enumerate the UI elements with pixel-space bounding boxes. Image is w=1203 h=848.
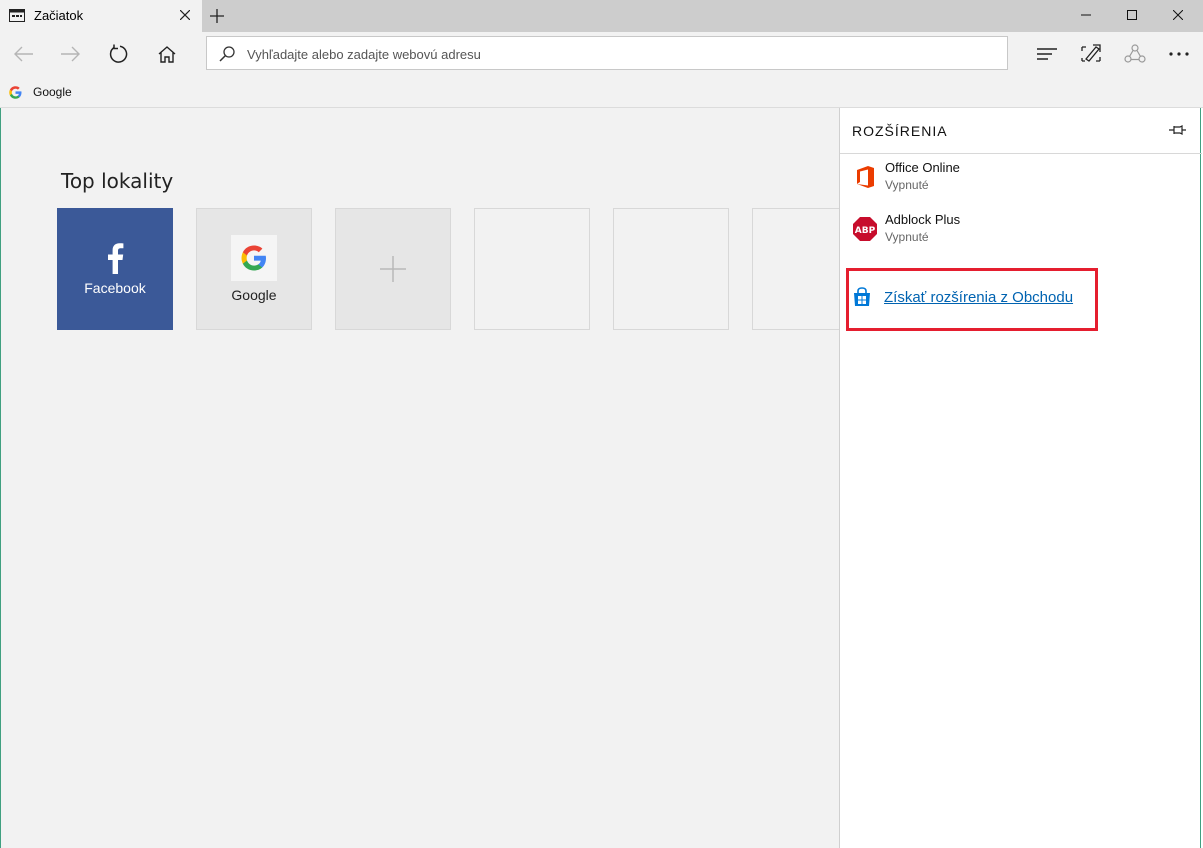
svg-text:ABP: ABP xyxy=(855,226,876,236)
minimize-icon xyxy=(1081,14,1091,16)
favorites-bar: Google xyxy=(0,76,1203,108)
web-note-button[interactable] xyxy=(1073,36,1109,72)
pin-icon[interactable] xyxy=(1168,122,1188,138)
google-logo xyxy=(231,235,277,281)
forward-button[interactable] xyxy=(52,36,88,72)
add-top-site-tile[interactable] xyxy=(335,208,451,330)
extension-status: Vypnuté xyxy=(885,230,929,244)
window-border xyxy=(1200,108,1201,848)
top-sites-title: Top lokality xyxy=(61,169,174,193)
hub-button[interactable] xyxy=(1029,36,1065,72)
google-g-icon xyxy=(9,85,22,99)
more-button[interactable] xyxy=(1161,36,1197,72)
empty-tile[interactable] xyxy=(752,208,840,330)
maximize-button[interactable] xyxy=(1109,0,1155,30)
extensions-pane: ROZŠÍRENIA Office Online Vypnuté ABP Adb… xyxy=(839,108,1203,848)
title-bar: Začiatok xyxy=(0,0,1203,32)
new-tab-page: Top lokality Facebook Google xyxy=(0,108,840,848)
extension-adblock-plus[interactable]: ABP Adblock Plus Vypnuté xyxy=(852,212,1182,252)
extension-name: Office Online xyxy=(885,160,960,175)
tab-title: Začiatok xyxy=(34,8,84,23)
minimize-button[interactable] xyxy=(1063,0,1109,30)
tile-label: Facebook xyxy=(84,280,146,296)
extensions-title: ROZŠÍRENIA xyxy=(852,123,948,139)
google-g-icon xyxy=(241,245,266,271)
hub-icon xyxy=(1037,48,1057,60)
favorite-google[interactable]: Google xyxy=(8,83,72,101)
forward-arrow-icon xyxy=(61,46,80,62)
tab-zaciatok[interactable]: Začiatok xyxy=(0,0,202,32)
close-icon xyxy=(180,10,190,20)
home-icon xyxy=(158,45,176,63)
refresh-button[interactable] xyxy=(100,36,136,72)
empty-tile[interactable] xyxy=(474,208,590,330)
extension-status: Vypnuté xyxy=(885,178,929,192)
empty-tile[interactable] xyxy=(613,208,729,330)
tab-close-button[interactable] xyxy=(176,6,194,24)
navigation-bar xyxy=(0,32,1203,76)
page-icon xyxy=(9,9,25,22)
plus-icon xyxy=(380,256,406,282)
favorite-label: Google xyxy=(33,85,72,99)
address-bar[interactable] xyxy=(206,36,1008,70)
back-arrow-icon xyxy=(14,46,33,62)
address-input[interactable] xyxy=(247,44,987,64)
extension-office-online[interactable]: Office Online Vypnuté xyxy=(852,160,1182,200)
plus-icon xyxy=(210,9,224,23)
office-icon xyxy=(857,166,874,188)
tile-label: Google xyxy=(231,287,277,303)
top-site-facebook[interactable]: Facebook xyxy=(57,208,173,330)
share-icon xyxy=(1124,44,1146,63)
store-link-text[interactable]: Získať rozšírenia z Obchodu xyxy=(884,289,1073,306)
more-dots-icon xyxy=(1169,52,1189,56)
web-note-icon xyxy=(1081,44,1101,62)
extension-name: Adblock Plus xyxy=(885,212,961,227)
window-close-button[interactable] xyxy=(1155,0,1201,30)
extensions-header: ROZŠÍRENIA xyxy=(840,108,1202,154)
search-icon xyxy=(219,46,235,62)
new-tab-button[interactable] xyxy=(205,4,229,28)
close-icon xyxy=(1173,10,1183,20)
maximize-icon xyxy=(1127,10,1137,20)
abp-icon: ABP xyxy=(853,217,877,241)
get-extensions-store-link[interactable]: Získať rozšírenia z Obchodu xyxy=(852,286,1073,308)
back-button[interactable] xyxy=(6,36,42,72)
facebook-f-icon xyxy=(108,243,124,274)
home-button[interactable] xyxy=(149,36,185,72)
top-site-google[interactable]: Google xyxy=(196,208,312,330)
share-button[interactable] xyxy=(1117,36,1153,72)
store-bag-icon xyxy=(854,287,870,306)
refresh-icon xyxy=(109,44,128,63)
